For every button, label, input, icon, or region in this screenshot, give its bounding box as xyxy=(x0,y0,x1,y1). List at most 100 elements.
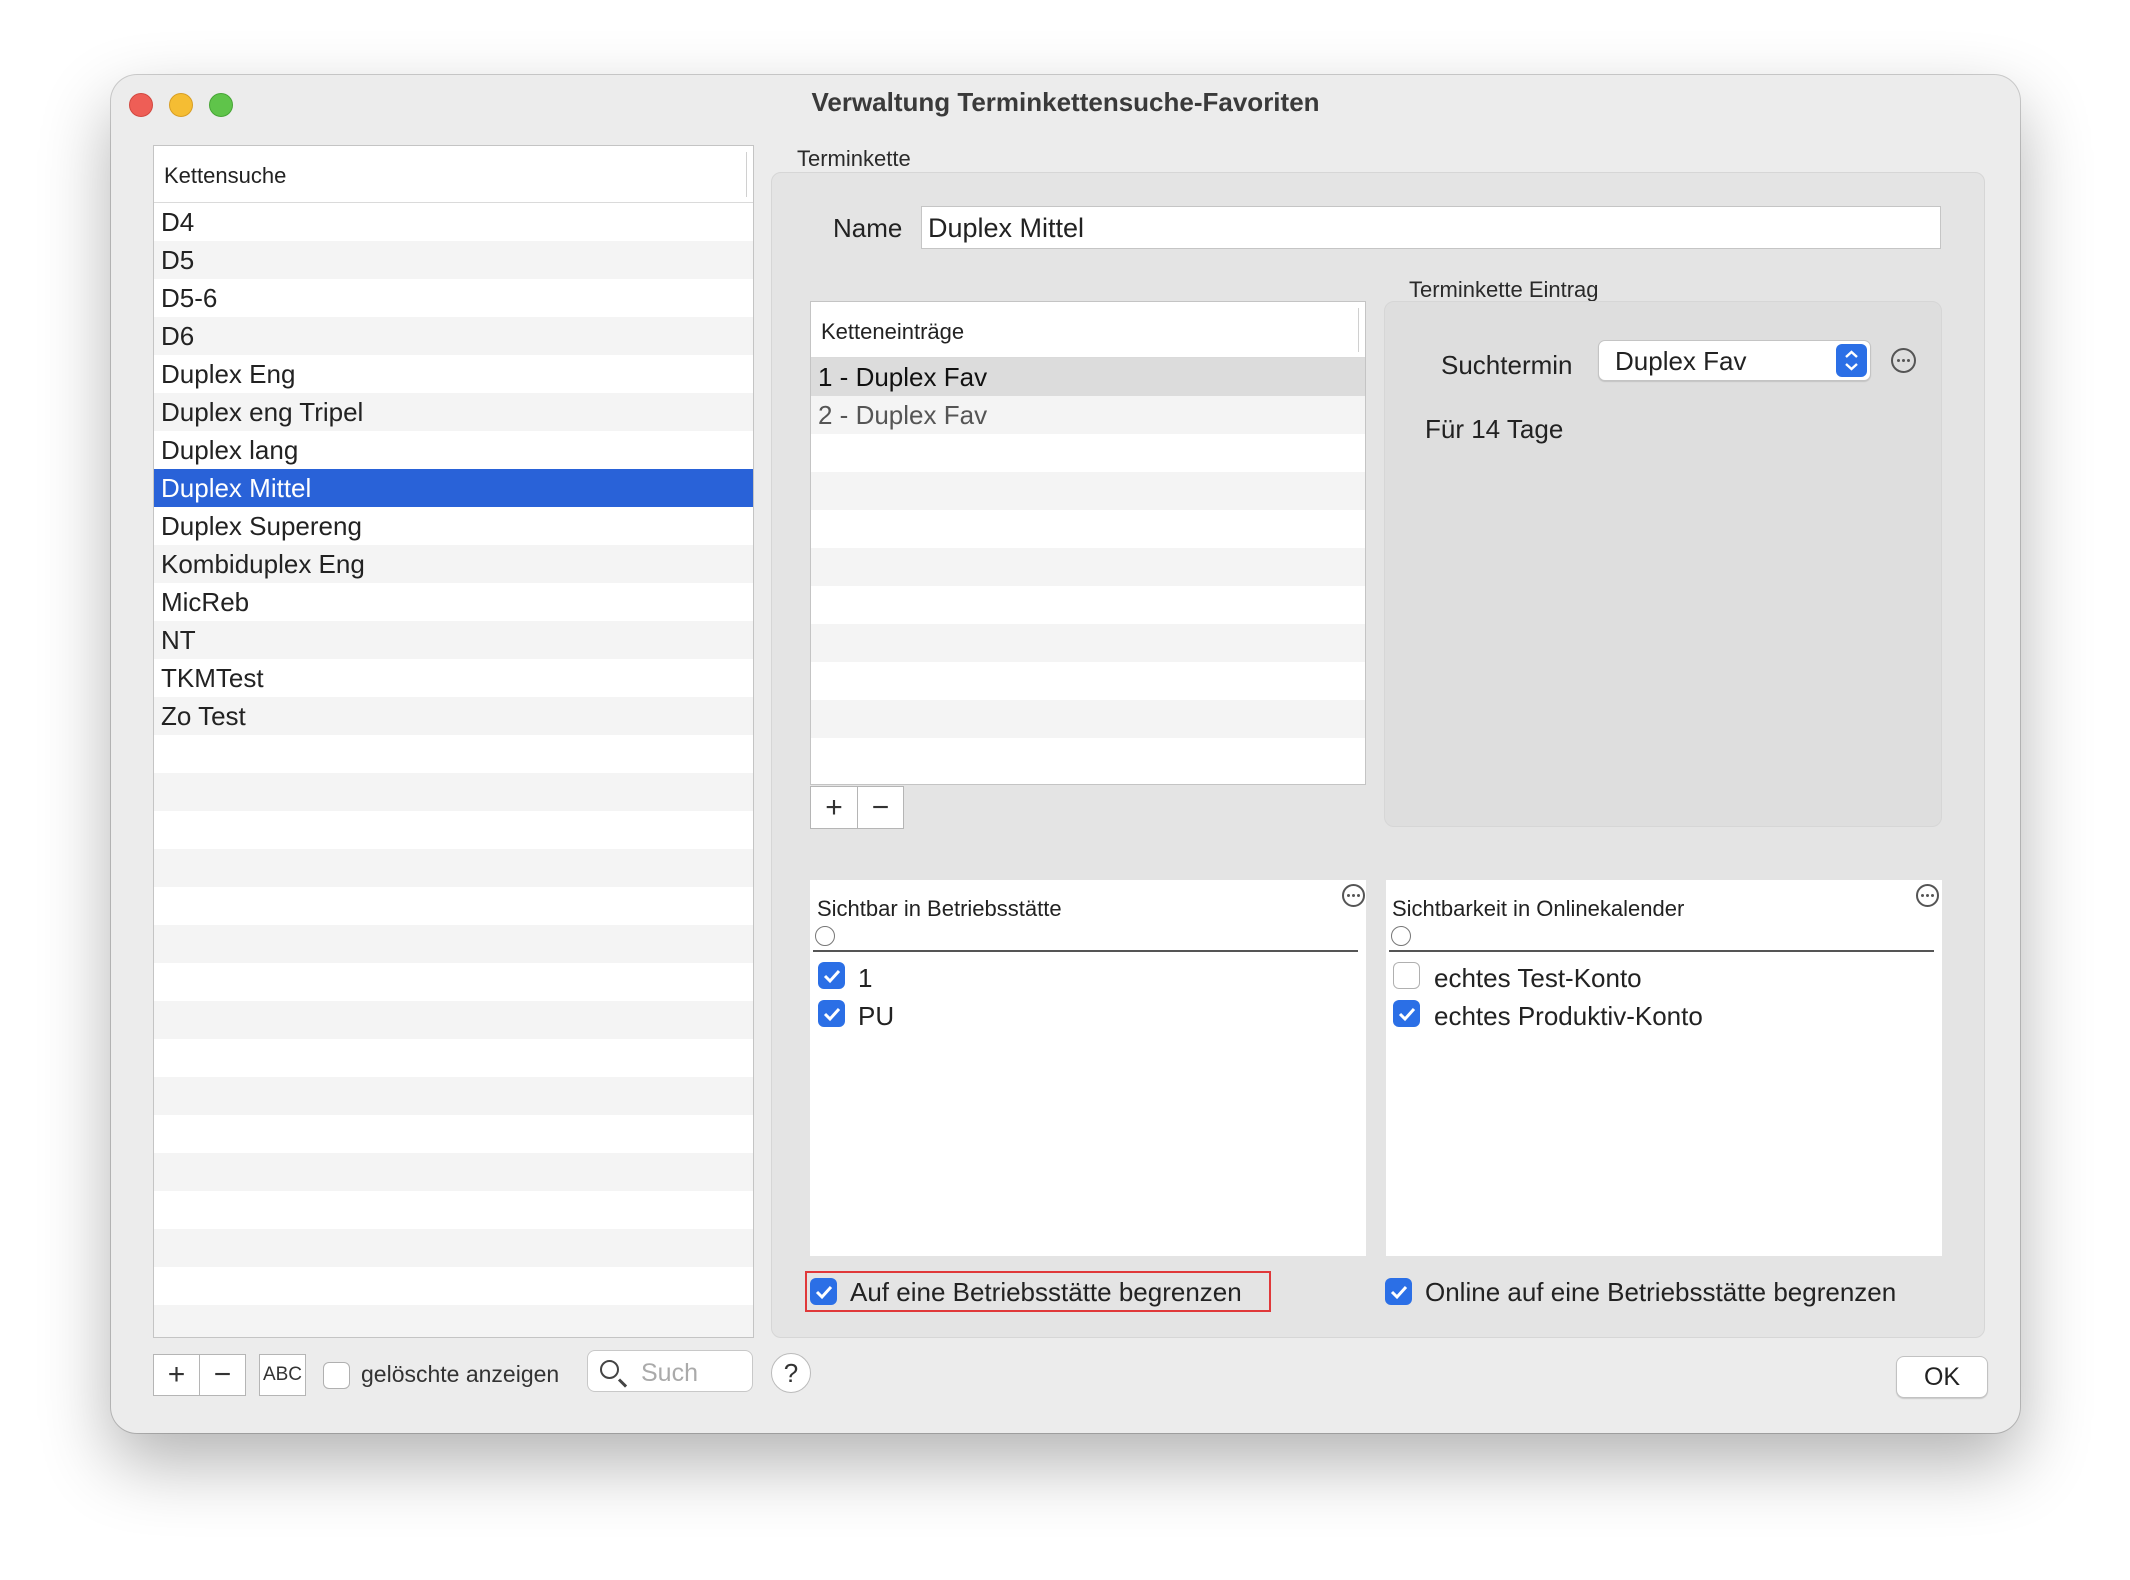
suchtermin-label: Suchtermin xyxy=(1441,350,1573,380)
help-button[interactable]: ? xyxy=(771,1353,811,1393)
search-input[interactable]: Such xyxy=(587,1350,753,1392)
suchtermin-value: Duplex Fav xyxy=(1615,346,1747,376)
empty-list-row xyxy=(154,887,753,925)
online-prod-account-checkbox[interactable] xyxy=(1393,1000,1420,1027)
list-item[interactable]: Duplex lang xyxy=(154,431,753,469)
remove-chain-button[interactable]: − xyxy=(200,1355,245,1395)
visible-sites-select-all-radio[interactable] xyxy=(815,926,835,946)
entries-body: 1 - Duplex Fav 2 - Duplex Fav xyxy=(811,358,1365,784)
site-pu-label: PU xyxy=(858,1001,895,1031)
empty-list-row xyxy=(154,1077,753,1115)
search-placeholder: Such xyxy=(641,1359,698,1387)
list-header-label: Kettensuche xyxy=(164,163,287,188)
empty-list-row xyxy=(154,773,753,811)
list-header[interactable]: Kettensuche xyxy=(154,146,753,203)
limit-site-checkbox[interactable] xyxy=(810,1278,837,1305)
empty-entry-row xyxy=(811,510,1365,548)
column-divider xyxy=(1358,308,1359,352)
name-label: Name xyxy=(833,213,903,243)
visible-sites-panel: Sichtbar in Betriebsstätte 1 PU xyxy=(810,880,1366,1256)
list-item[interactable]: Duplex eng Tripel xyxy=(154,393,753,431)
limit-online-label: Online auf eine Betriebsstätte begrenzen xyxy=(1425,1277,1897,1307)
more-options-icon[interactable] xyxy=(1891,348,1916,373)
empty-list-row xyxy=(154,963,753,1001)
list-item[interactable]: Kombiduplex Eng xyxy=(154,545,753,583)
duration-text: Für 14 Tage xyxy=(1425,414,1564,444)
kettensuche-list[interactable]: Kettensuche D4 D5 D5-6 D6 Duplex Eng Duplex e… xyxy=(153,145,754,1338)
show-deleted-checkbox[interactable] xyxy=(323,1362,350,1389)
empty-list-row xyxy=(154,1001,753,1039)
list-item[interactable]: D5 xyxy=(154,241,753,279)
empty-list-row xyxy=(154,1229,753,1267)
empty-entry-row xyxy=(811,738,1365,776)
list-item[interactable]: D6 xyxy=(154,317,753,355)
site-pu-checkbox[interactable] xyxy=(818,1000,845,1027)
header-separator xyxy=(813,950,1358,952)
dialog-window: Verwaltung Terminkettensuche-Favoriten K… xyxy=(111,75,2020,1433)
ok-button[interactable]: OK xyxy=(1896,1356,1988,1398)
limit-site-label: Auf eine Betriebsstätte begrenzen xyxy=(850,1277,1242,1307)
empty-entry-row xyxy=(811,586,1365,624)
empty-list-row xyxy=(154,1305,753,1337)
empty-list-row xyxy=(154,1267,753,1305)
list-item[interactable]: TKMTest xyxy=(154,659,753,697)
empty-list-row xyxy=(154,925,753,963)
ketteneintraege-list[interactable]: Ketteneinträge 1 - Duplex Fav 2 - Duplex … xyxy=(810,301,1366,785)
site-1-label: 1 xyxy=(858,963,873,993)
list-item[interactable]: Zo Test xyxy=(154,697,753,735)
empty-entry-row xyxy=(811,548,1365,586)
terminkette-group-label: Terminkette xyxy=(797,146,911,171)
empty-list-row xyxy=(154,849,753,887)
empty-entry-row xyxy=(811,472,1365,510)
list-item[interactable]: Duplex Supereng xyxy=(154,507,753,545)
search-icon-handle xyxy=(617,1378,628,1388)
visible-online-select-all-radio[interactable] xyxy=(1391,926,1411,946)
visible-online-header: Sichtbarkeit in Onlinekalender xyxy=(1392,896,1685,921)
empty-list-row xyxy=(154,1191,753,1229)
list-item[interactable]: NT xyxy=(154,621,753,659)
online-test-account-checkbox[interactable] xyxy=(1393,962,1420,989)
list-body: D4 D5 D5-6 D6 Duplex Eng Duplex eng Tripel Dup… xyxy=(154,203,753,1337)
select-stepper-icon xyxy=(1836,344,1867,377)
empty-entry-row xyxy=(811,662,1365,700)
suchtermin-select[interactable]: Duplex Fav xyxy=(1598,340,1871,381)
empty-entry-row xyxy=(811,434,1365,472)
site-1-checkbox[interactable] xyxy=(818,962,845,989)
limit-online-checkbox[interactable] xyxy=(1385,1278,1412,1305)
online-test-account-label: echtes Test-Konto xyxy=(1434,963,1642,993)
list-add-remove-group: + − xyxy=(153,1354,246,1396)
add-chain-button[interactable]: + xyxy=(154,1355,200,1395)
empty-list-row xyxy=(154,811,753,849)
empty-list-row xyxy=(154,1153,753,1191)
add-entry-button[interactable]: + xyxy=(811,787,858,828)
sort-abc-button[interactable]: ABC xyxy=(259,1354,306,1396)
show-deleted-label: gelöschte anzeigen xyxy=(361,1361,560,1387)
empty-list-row xyxy=(154,1115,753,1153)
empty-entry-row xyxy=(811,700,1365,738)
list-item[interactable]: Duplex Mittel xyxy=(154,469,753,507)
entry-item[interactable]: 1 - Duplex Fav xyxy=(811,358,1365,396)
window-title: Verwaltung Terminkettensuche-Favoriten xyxy=(811,87,1320,117)
entries-header-label: Ketteneinträge xyxy=(821,319,965,344)
list-item[interactable]: D5-6 xyxy=(154,279,753,317)
visible-sites-more-icon[interactable] xyxy=(1342,884,1365,907)
list-item[interactable]: Duplex Eng xyxy=(154,355,753,393)
list-item[interactable]: D4 xyxy=(154,203,753,241)
entries-header[interactable]: Ketteneinträge xyxy=(811,302,1365,358)
header-separator xyxy=(1389,950,1934,952)
search-icon xyxy=(600,1360,619,1379)
visible-online-more-icon[interactable] xyxy=(1916,884,1939,907)
name-field[interactable]: Duplex Mittel xyxy=(921,206,1941,249)
column-divider xyxy=(746,152,747,197)
entry-item[interactable]: 2 - Duplex Fav xyxy=(811,396,1365,434)
visible-sites-header: Sichtbar in Betriebsstätte xyxy=(817,896,1062,921)
list-item[interactable]: MicReb xyxy=(154,583,753,621)
empty-entry-row xyxy=(811,624,1365,662)
online-prod-account-label: echtes Produktiv-Konto xyxy=(1434,1001,1703,1031)
empty-list-row xyxy=(154,1039,753,1077)
empty-list-row xyxy=(154,735,753,773)
remove-entry-button[interactable]: − xyxy=(858,787,903,828)
visible-online-panel: Sichtbarkeit in Onlinekalender echtes Te… xyxy=(1386,880,1942,1256)
entries-add-remove-group: + − xyxy=(810,786,904,829)
entry-group-label: Terminkette Eintrag xyxy=(1409,277,1599,302)
